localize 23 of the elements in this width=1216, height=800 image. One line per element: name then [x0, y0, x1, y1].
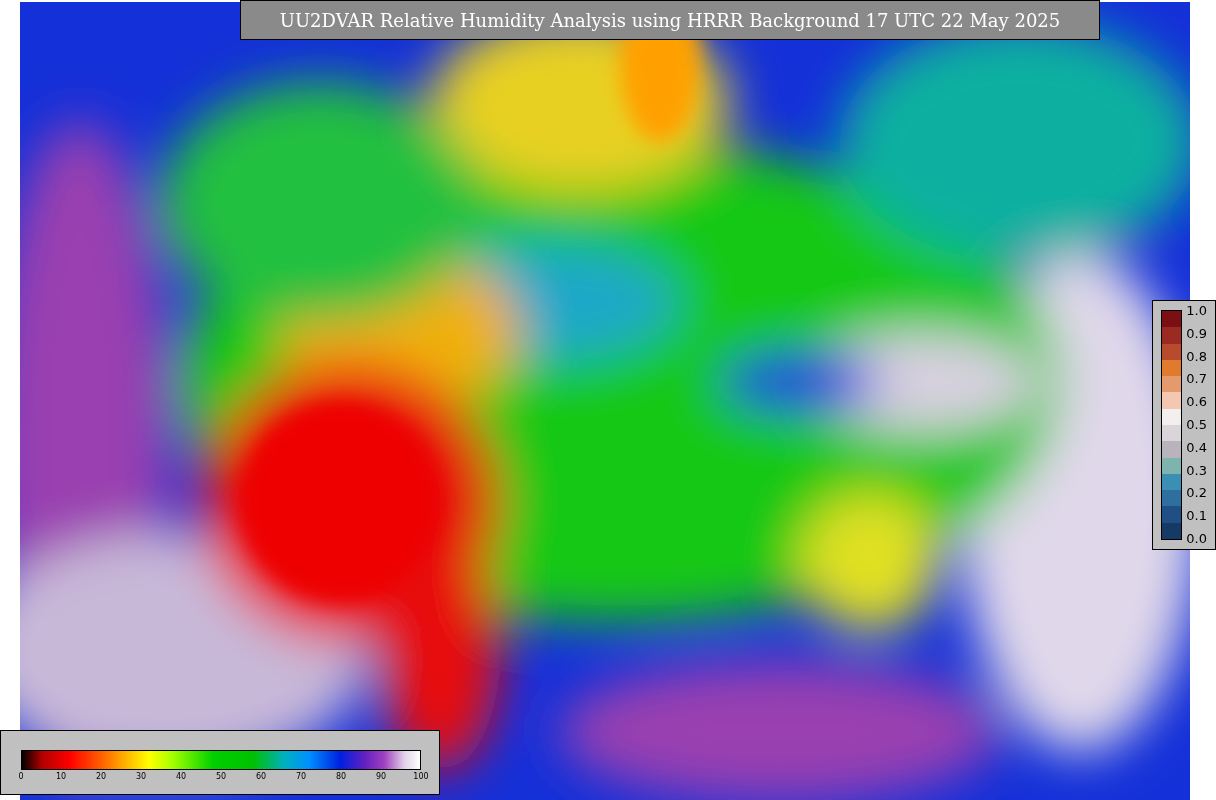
- colorbar-label: 100: [413, 772, 429, 781]
- map-title: UU2DVAR Relative Humidity Analysis using HRRR Background 17 UTC 22 May 2025: [240, 0, 1100, 40]
- colorbar-label: 10: [55, 772, 67, 781]
- colorbar-label: 70: [295, 772, 307, 781]
- colorbar-label: 80: [335, 772, 347, 781]
- colorbar-label: 0.9: [1186, 325, 1207, 342]
- colorbar-label: 0.5: [1186, 417, 1207, 433]
- colorbar-label: 1.0: [1186, 303, 1207, 319]
- colorbar-label: 0: [18, 772, 24, 781]
- colorbar-label: 0.3: [1186, 462, 1207, 479]
- colorbar-label: 0.6: [1186, 394, 1207, 411]
- colorbar-label: 60: [255, 772, 267, 781]
- colorbar-label: 0.8: [1186, 348, 1207, 365]
- colorbar-label: 20: [95, 772, 107, 781]
- colorbar-label: 0.0: [1186, 530, 1207, 547]
- colorbar-label: 0.7: [1186, 371, 1207, 388]
- colorbar-label: 0.2: [1186, 485, 1207, 502]
- colorbar-label: 40: [175, 772, 187, 781]
- colorbar-label: 0.4: [1186, 439, 1207, 456]
- colorbar-label: 50: [215, 772, 227, 781]
- colorbar-label: 0.1: [1186, 508, 1207, 525]
- colorbar-label: 90: [375, 772, 387, 781]
- colorbar-label: 30: [135, 772, 147, 781]
